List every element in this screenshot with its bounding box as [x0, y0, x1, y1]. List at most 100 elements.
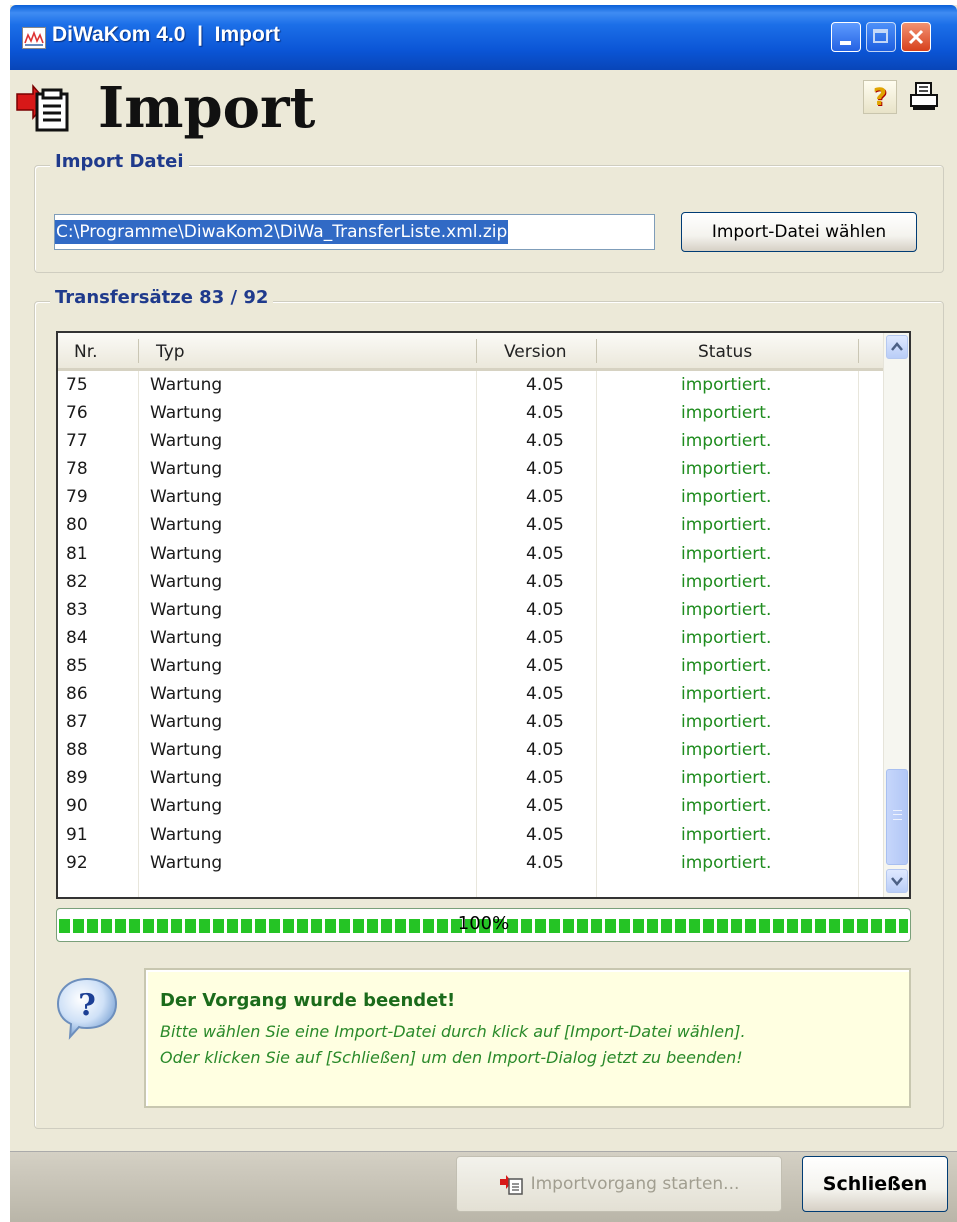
table-row[interactable]: 87 Wartung 4.05 importiert. [58, 708, 883, 736]
status-message-box: Der Vorgang wurde beendet! Bitte wählen … [144, 968, 911, 1108]
cell-status: importiert. [681, 684, 772, 705]
cell-status: importiert. [681, 515, 772, 536]
choose-import-file-button[interactable]: Import-Datei wählen [681, 212, 917, 252]
help-glyph: ? [873, 83, 887, 111]
cell-status: importiert. [681, 852, 772, 873]
cell-typ: Wartung [150, 599, 223, 620]
cell-typ: Wartung [150, 431, 223, 452]
cell-nr: 85 [66, 655, 88, 676]
minimize-icon[interactable] [831, 22, 861, 52]
cell-version: 4.05 [526, 824, 564, 845]
cell-nr: 80 [66, 515, 88, 536]
start-import-label: Importvorgang starten... [530, 1174, 740, 1194]
cell-nr: 79 [66, 487, 88, 508]
cell-typ: Wartung [150, 627, 223, 648]
cell-nr: 75 [66, 375, 88, 395]
cell-status: importiert. [681, 375, 772, 395]
transfer-records-group-label: Transfersätze 83 / 92 [50, 287, 274, 308]
close-button[interactable]: Schließen [802, 1156, 948, 1212]
scroll-thumb[interactable] [886, 769, 908, 865]
svg-text:?: ? [78, 988, 96, 1023]
cell-typ: Wartung [150, 375, 223, 395]
table-row[interactable]: 90 Wartung 4.05 importiert. [58, 792, 883, 820]
table-row[interactable]: 82 Wartung 4.05 importiert. [58, 568, 883, 596]
title-bar[interactable]: DiWaKom 4.0 | Import [10, 5, 957, 70]
cell-nr: 92 [66, 852, 88, 873]
cell-typ: Wartung [150, 487, 223, 508]
start-import-button[interactable]: Importvorgang starten... [456, 1156, 782, 1212]
table-row[interactable]: 88 Wartung 4.05 importiert. [58, 736, 883, 764]
cell-version: 4.05 [526, 571, 564, 592]
maximize-icon[interactable] [866, 22, 896, 52]
cell-version: 4.05 [526, 543, 564, 564]
scroll-down-icon[interactable] [886, 869, 908, 893]
cell-status: importiert. [681, 543, 772, 564]
column-header-nr[interactable]: Nr. [74, 342, 98, 362]
cell-version: 4.05 [526, 712, 564, 733]
message-line-1: Bitte wählen Sie eine Import-Datei durch… [160, 1022, 746, 1041]
cell-version: 4.05 [526, 599, 564, 620]
import-progress-bar: 100% [56, 908, 911, 942]
cell-typ: Wartung [150, 852, 223, 873]
column-header-status[interactable]: Status [698, 342, 752, 362]
table-row[interactable]: 92 Wartung 4.05 importiert. [58, 849, 883, 877]
cell-nr: 90 [66, 796, 88, 817]
cell-nr: 89 [66, 768, 88, 789]
cell-typ: Wartung [150, 403, 223, 424]
table-row[interactable]: 79 Wartung 4.05 importiert. [58, 483, 883, 511]
column-header-version[interactable]: Version [504, 342, 567, 362]
cell-version: 4.05 [526, 459, 564, 480]
vertical-scrollbar[interactable] [883, 333, 909, 897]
message-title: Der Vorgang wurde beendet! [160, 990, 456, 1011]
cell-version: 4.05 [526, 515, 564, 536]
print-icon[interactable] [907, 80, 941, 114]
close-icon[interactable] [901, 22, 931, 52]
cell-version: 4.05 [526, 852, 564, 873]
table-row[interactable]: 76 Wartung 4.05 importiert. [58, 399, 883, 427]
cell-typ: Wartung [150, 796, 223, 817]
cell-version: 4.05 [526, 740, 564, 761]
table-row[interactable]: 89 Wartung 4.05 importiert. [58, 764, 883, 792]
scroll-up-icon[interactable] [886, 335, 908, 359]
cell-status: importiert. [681, 487, 772, 508]
table-body: 75 Wartung 4.05 importiert. 76 Wartung 4.05 im… [58, 371, 883, 877]
cell-typ: Wartung [150, 768, 223, 789]
cell-typ: Wartung [150, 515, 223, 536]
table-row[interactable]: 75 Wartung 4.05 importiert. [58, 371, 883, 399]
cell-status: importiert. [681, 627, 772, 648]
cell-typ: Wartung [150, 543, 223, 564]
cell-nr: 86 [66, 684, 88, 705]
table-row[interactable]: 86 Wartung 4.05 importiert. [58, 680, 883, 708]
cell-status: importiert. [681, 796, 772, 817]
import-file-path-field[interactable]: C:\Programme\DiwaKom2\DiWa_TransferListe… [54, 214, 655, 250]
transfer-table[interactable]: Nr. Typ Version Status 75 Wartung 4.05 impo… [56, 331, 911, 899]
table-row[interactable]: 83 Wartung 4.05 importiert. [58, 596, 883, 624]
cell-status: importiert. [681, 712, 772, 733]
cell-status: importiert. [681, 459, 772, 480]
window-title: DiWaKom 4.0 | Import [52, 23, 280, 46]
cell-status: importiert. [681, 740, 772, 761]
column-header-typ[interactable]: Typ [156, 342, 185, 362]
cell-version: 4.05 [526, 431, 564, 452]
help-icon[interactable]: ? [863, 80, 897, 114]
cell-typ: Wartung [150, 712, 223, 733]
cell-version: 4.05 [526, 487, 564, 508]
import-file-group-label: Import Datei [50, 151, 189, 172]
table-row[interactable]: 80 Wartung 4.05 importiert. [58, 511, 883, 539]
app-icon [22, 27, 46, 49]
import-window: DiWaKom 4.0 | Import Import ? Import Dat… [10, 5, 957, 1222]
table-row[interactable]: 85 Wartung 4.05 importiert. [58, 652, 883, 680]
cell-version: 4.05 [526, 796, 564, 817]
cell-status: importiert. [681, 824, 772, 845]
cell-nr: 87 [66, 712, 88, 733]
message-line-2: Oder klicken Sie auf [Schließen] um den … [160, 1048, 743, 1067]
question-bubble-icon: ? [52, 973, 122, 1043]
table-row[interactable]: 81 Wartung 4.05 importiert. [58, 540, 883, 568]
cell-status: importiert. [681, 571, 772, 592]
cell-version: 4.05 [526, 655, 564, 676]
table-row[interactable]: 78 Wartung 4.05 importiert. [58, 455, 883, 483]
table-row[interactable]: 91 Wartung 4.05 importiert. [58, 821, 883, 849]
cell-status: importiert. [681, 599, 772, 620]
table-row[interactable]: 77 Wartung 4.05 importiert. [58, 427, 883, 455]
table-row[interactable]: 84 Wartung 4.05 importiert. [58, 624, 883, 652]
